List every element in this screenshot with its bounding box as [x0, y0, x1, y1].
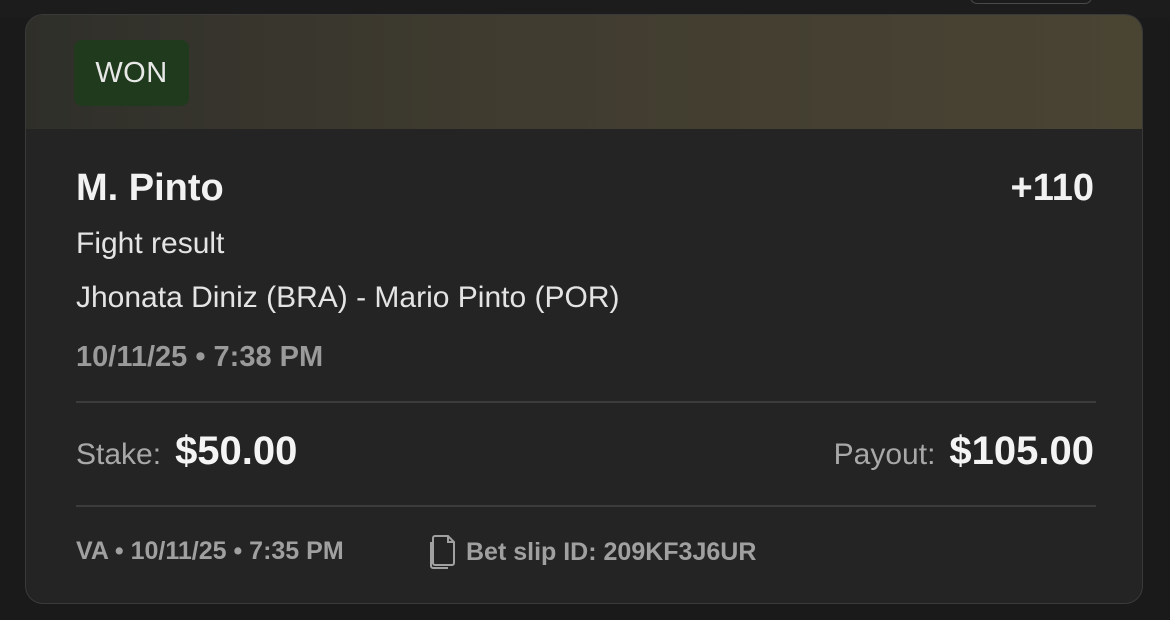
- placed-meta: VA • 10/11/25 • 7:35 PM: [76, 537, 344, 565]
- payout-row: Payout: $105.00: [834, 429, 1094, 474]
- payout-value: $105.00: [949, 429, 1094, 473]
- card-header: WON: [26, 15, 1142, 129]
- payout-label: Payout:: [833, 438, 936, 471]
- copy-icon[interactable]: [426, 533, 456, 571]
- top-bar-pill: [970, 0, 1092, 4]
- market-name: Fight result: [76, 227, 225, 260]
- divider: [76, 401, 1096, 403]
- event-datetime: 10/11/25 • 7:38 PM: [76, 341, 324, 373]
- stake-value: $50.00: [175, 429, 298, 473]
- selection-name: M. Pinto: [76, 167, 224, 209]
- bet-slip-id[interactable]: Bet slip ID: 209KF3J6UR: [426, 533, 756, 571]
- bet-slip-id-text: Bet slip ID: 209KF3J6UR: [466, 537, 757, 566]
- stake-row: Stake: $50.00: [76, 429, 297, 474]
- bet-card[interactable]: WON M. Pinto +110 Fight result Jhonata D…: [25, 14, 1143, 604]
- odds-value: +110: [1010, 167, 1095, 209]
- divider: [76, 505, 1096, 507]
- status-badge: WON: [74, 40, 189, 106]
- stake-label: Stake:: [76, 438, 162, 471]
- event-name: Jhonata Diniz (BRA) - Mario Pinto (POR): [76, 281, 620, 314]
